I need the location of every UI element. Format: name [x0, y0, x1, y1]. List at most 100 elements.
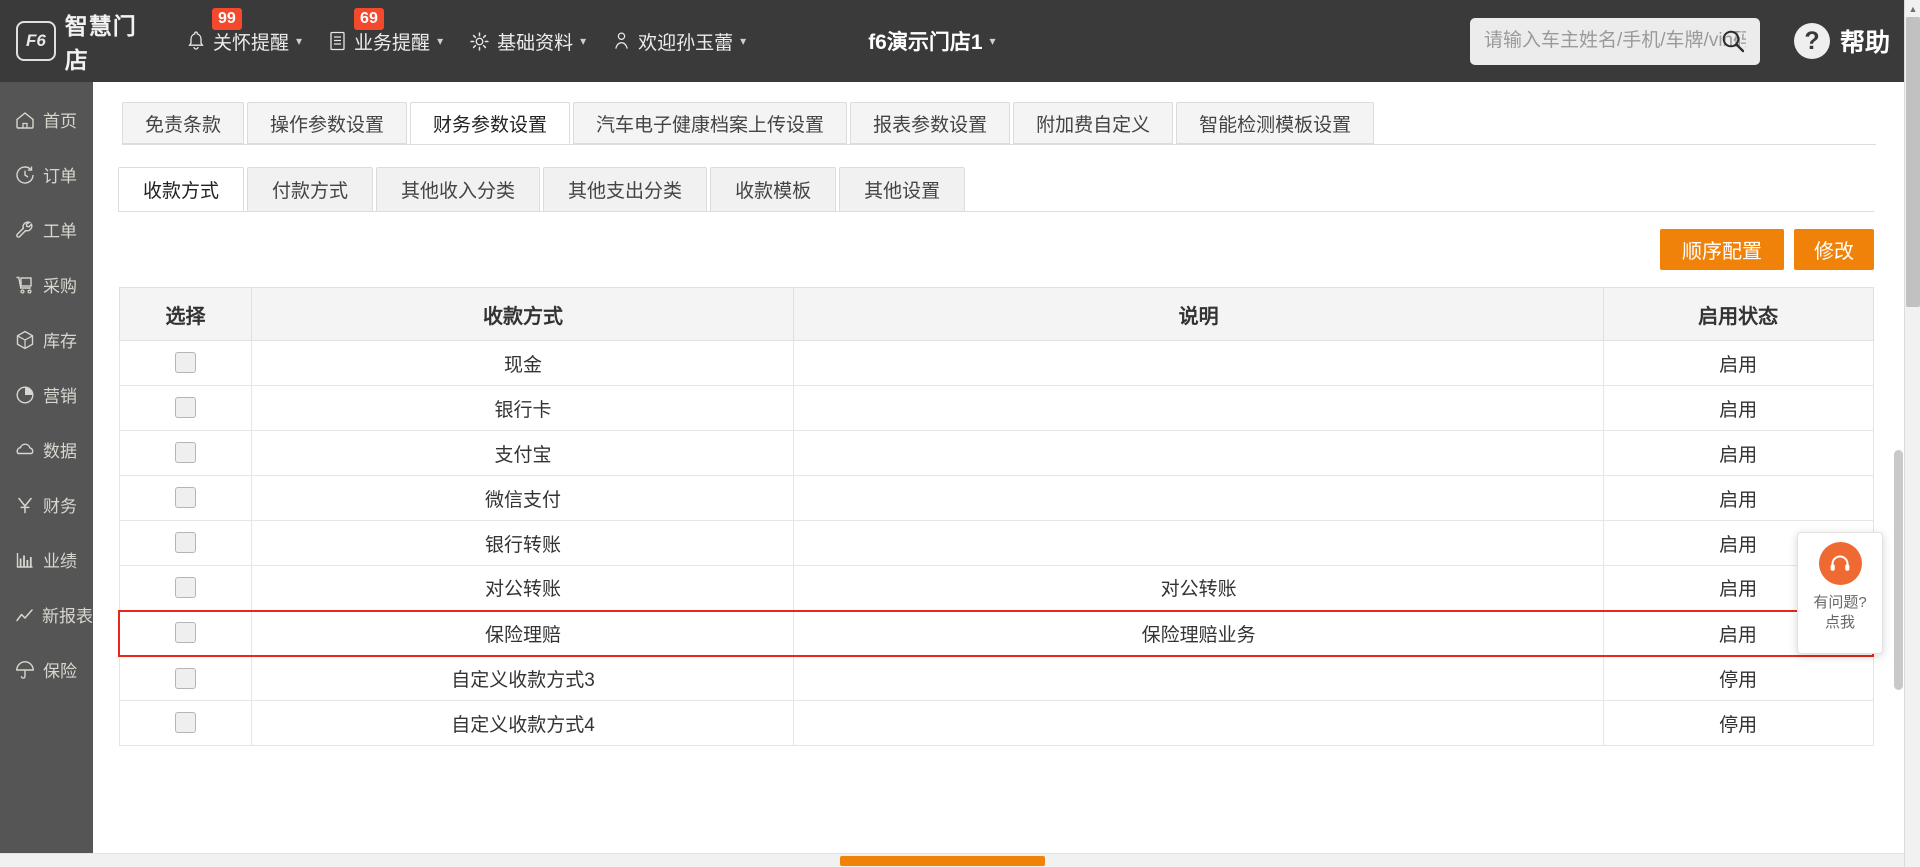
table-vertical-scrollbar-thumb[interactable]: [1894, 450, 1903, 690]
headset-icon: [1818, 542, 1862, 585]
row-checkbox[interactable]: [174, 352, 196, 374]
user-icon: [612, 30, 631, 52]
secondary-tab-1[interactable]: 付款方式: [247, 167, 374, 212]
primary-tab-2[interactable]: 财务参数设置: [410, 102, 571, 144]
table-row[interactable]: 自定义收款方式3 停用: [118, 655, 1874, 701]
sidebar-item-insurance[interactable]: 保险: [0, 642, 93, 697]
primary-tab-1[interactable]: 操作参数设置: [247, 102, 408, 144]
menu-business-reminder-label: 业务提醒: [354, 32, 431, 54]
sidebar-item-orders-label: 订单: [43, 167, 77, 186]
search-input[interactable]: [1469, 17, 1760, 65]
row-description: 保险理赔业务: [793, 609, 1604, 657]
primary-tab-5[interactable]: 附加费自定义: [1013, 102, 1174, 144]
vertical-scrollbar-thumb[interactable]: [1906, 17, 1920, 307]
primary-tab-3[interactable]: 汽车电子健康档案上传设置: [573, 102, 848, 144]
document-icon: [328, 30, 347, 52]
sidebar-item-orders[interactable]: 订单: [0, 147, 93, 202]
edit-button[interactable]: 修改: [1794, 229, 1874, 270]
menu-basic-data[interactable]: 基础资料 ▾: [469, 28, 586, 55]
primary-tab-label: 报表参数设置: [873, 114, 988, 136]
row-description: [793, 520, 1604, 566]
row-status: 启用: [1602, 340, 1874, 386]
row-checkbox[interactable]: [174, 667, 196, 689]
menu-care-reminder[interactable]: 关怀提醒 ▾ 99: [186, 7, 302, 55]
customer-service-widget[interactable]: 有问题? 点我: [1797, 532, 1883, 654]
cart-icon: [13, 273, 37, 297]
secondary-tab-3[interactable]: 其他支出分类: [543, 167, 708, 212]
row-checkbox[interactable]: [174, 577, 196, 599]
top-header-bar: F6 智慧门店 关怀提醒 ▾ 99 业务提醒 ▾ 69 基础资料 ▾ 欢迎孙玉蕾…: [0, 0, 1920, 82]
secondary-tab-label: 其他支出分类: [568, 181, 683, 202]
sidebar-item-home[interactable]: 首页: [0, 92, 93, 147]
sidebar-item-performance[interactable]: 业绩: [0, 532, 93, 587]
umbrella-icon: [13, 658, 37, 682]
secondary-tab-2[interactable]: 其他收入分类: [376, 167, 541, 212]
order-config-button[interactable]: 顺序配置: [1660, 229, 1784, 270]
menu-user-account[interactable]: 欢迎孙玉蕾 ▾: [612, 28, 746, 55]
secondary-tab-0[interactable]: 收款方式: [118, 167, 245, 212]
primary-tab-6[interactable]: 智能检测模板设置: [1176, 102, 1375, 144]
row-checkbox[interactable]: [174, 487, 196, 509]
sidebar-item-insurance-label: 保险: [43, 662, 77, 681]
row-payment-method: 银行转账: [251, 520, 795, 566]
sidebar-item-performance-label: 业绩: [43, 552, 77, 571]
store-selector[interactable]: f6演示门店1 ▾: [868, 26, 995, 56]
row-checkbox[interactable]: [174, 532, 196, 554]
sidebar-item-new-reports-label: 新报表: [42, 607, 93, 626]
sidebar-item-data[interactable]: 数据: [0, 422, 93, 477]
row-select-cell: [118, 385, 253, 431]
page-vertical-scrollbar[interactable]: ▲: [1904, 0, 1920, 867]
brand-logo-area[interactable]: F6 智慧门店: [0, 7, 160, 75]
row-checkbox[interactable]: [174, 442, 196, 464]
row-description: [793, 700, 1604, 746]
sidebar-item-purchase[interactable]: 采购: [0, 257, 93, 312]
row-description: [793, 340, 1604, 386]
row-select-cell: [118, 655, 253, 701]
brand-name: 智慧门店: [64, 13, 137, 73]
primary-tab-label: 汽车电子健康档案上传设置: [596, 114, 825, 136]
table-row[interactable]: 银行转账 启用: [118, 520, 1874, 566]
row-checkbox[interactable]: [175, 622, 197, 644]
sidebar-item-marketing[interactable]: 营销: [0, 367, 93, 422]
row-status: 启用: [1602, 475, 1874, 521]
customer-service-line1: 有问题?: [1813, 594, 1867, 611]
col-header-payment-method: 收款方式: [251, 287, 795, 341]
sidebar-item-new-reports[interactable]: 新报表: [0, 587, 93, 642]
secondary-tab-label: 收款模板: [735, 181, 812, 202]
row-description: 对公转账: [793, 565, 1604, 611]
table-row[interactable]: 微信支付 启用: [118, 475, 1874, 521]
scroll-up-arrow-icon[interactable]: ▲: [1905, 0, 1920, 17]
sidebar-item-finance[interactable]: 财务: [0, 477, 93, 532]
row-status: 停用: [1602, 700, 1874, 746]
search-icon[interactable]: [1720, 28, 1746, 54]
row-description: [793, 655, 1604, 701]
pie-icon: [13, 383, 37, 407]
primary-tab-4[interactable]: 报表参数设置: [850, 102, 1011, 144]
row-select-cell: [118, 520, 253, 566]
help-button[interactable]: ? 帮助: [1793, 23, 1890, 59]
sidebar-item-finance-label: 财务: [43, 497, 77, 516]
row-checkbox[interactable]: [174, 397, 196, 419]
table-row[interactable]: 现金 启用: [118, 340, 1874, 386]
table-row[interactable]: 支付宝 启用: [118, 430, 1874, 476]
page-horizontal-scrollbar[interactable]: [0, 853, 1904, 867]
table-row[interactable]: 自定义收款方式4 停用: [118, 700, 1874, 746]
care-reminder-badge: 99: [212, 7, 242, 30]
table-row[interactable]: 对公转账 对公转账 启用: [118, 565, 1874, 611]
sidebar-item-work-orders[interactable]: 工单: [0, 202, 93, 257]
table-row[interactable]: 银行卡 启用: [118, 385, 1874, 431]
horizontal-scrollbar-thumb[interactable]: [840, 856, 1045, 866]
secondary-tab-4[interactable]: 收款模板: [710, 167, 837, 212]
menu-business-reminder[interactable]: 业务提醒 ▾ 69: [328, 7, 443, 55]
row-description: [793, 475, 1604, 521]
secondary-tab-5[interactable]: 其他设置: [839, 167, 966, 212]
primary-tab-0[interactable]: 免责条款: [122, 102, 245, 144]
business-reminder-badge: 69: [354, 7, 384, 30]
sidebar-item-inventory[interactable]: 库存: [0, 312, 93, 367]
col-header-select: 选择: [118, 287, 253, 341]
menu-user-account-label: 欢迎孙玉蕾: [638, 32, 734, 54]
primary-tab-label: 免责条款: [145, 114, 222, 136]
customer-service-line2: 点我: [1824, 614, 1855, 631]
row-checkbox[interactable]: [174, 712, 196, 734]
table-row[interactable]: 保险理赔 保险理赔业务 启用: [118, 609, 1874, 657]
